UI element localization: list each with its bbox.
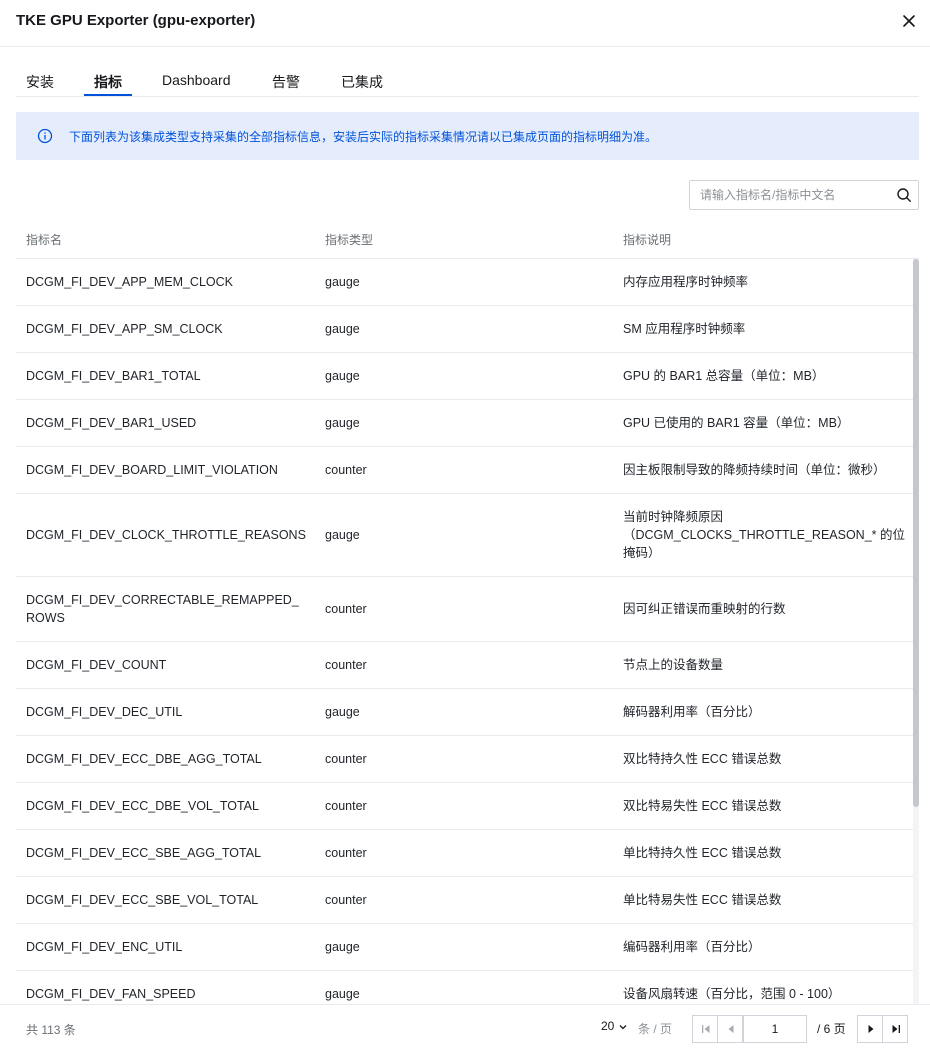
metric-desc: 双比特持久性 ECC 错误总数 xyxy=(623,752,782,766)
first-page-button[interactable] xyxy=(692,1015,718,1043)
metric-desc: 单比特持久性 ECC 错误总数 xyxy=(623,846,782,860)
chevron-down-icon xyxy=(619,1024,627,1030)
metric-name: DCGM_FI_DEV_CORRECTABLE_REMAPPED_ROWS xyxy=(26,593,299,625)
page-size-value: 20 xyxy=(601,1019,615,1033)
metric-desc: GPU 已使用的 BAR1 容量（单位：MB） xyxy=(623,416,850,430)
metric-desc: 解码器利用率（百分比） xyxy=(623,705,761,719)
metric-name: DCGM_FI_DEV_APP_SM_CLOCK xyxy=(26,322,223,336)
table-row: DCGM_FI_DEV_CLOCK_THROTTLE_REASONS gauge… xyxy=(16,494,913,577)
next-page-button[interactable] xyxy=(857,1015,883,1043)
table-row: DCGM_FI_DEV_ECC_DBE_AGG_TOTAL counter 双比… xyxy=(16,736,913,783)
column-header-type: 指标类型 xyxy=(325,233,374,247)
metric-desc: 因可纠正错误而重映射的行数 xyxy=(623,602,786,616)
tab-install[interactable]: 安装 xyxy=(26,72,54,92)
metric-type: gauge xyxy=(325,369,360,383)
page-number-input[interactable] xyxy=(744,1021,806,1037)
metric-desc: 内存应用程序时钟频率 xyxy=(623,275,749,289)
table-row: DCGM_FI_DEV_BAR1_USED gauge GPU 已使用的 BAR… xyxy=(16,400,913,447)
first-page-icon xyxy=(702,1025,710,1033)
search-icon[interactable] xyxy=(896,187,912,203)
metric-desc: SM 应用程序时钟频率 xyxy=(623,322,746,336)
table-row: DCGM_FI_DEV_CORRECTABLE_REMAPPED_ROWS co… xyxy=(16,577,913,642)
prev-page-button[interactable] xyxy=(717,1015,743,1043)
search-input[interactable] xyxy=(700,186,880,204)
table-row: DCGM_FI_DEV_BOARD_LIMIT_VIOLATION counte… xyxy=(16,447,913,494)
metric-type: counter xyxy=(325,658,367,672)
tab-bar: 安装 指标 Dashboard 告警 已集成 xyxy=(16,64,919,97)
metric-desc: 节点上的设备数量 xyxy=(623,658,724,672)
per-page-label: 条 / 页 xyxy=(638,1022,673,1036)
table-body: DCGM_FI_DEV_APP_MEM_CLOCK gauge 内存应用程序时钟… xyxy=(16,259,913,1004)
next-page-icon xyxy=(868,1025,874,1033)
table-row: DCGM_FI_DEV_APP_MEM_CLOCK gauge 内存应用程序时钟… xyxy=(16,259,913,306)
metric-name: DCGM_FI_DEV_BOARD_LIMIT_VIOLATION xyxy=(26,463,278,477)
metric-name: DCGM_FI_DEV_COUNT xyxy=(26,658,167,672)
search-box xyxy=(689,180,919,210)
page-number-field xyxy=(743,1015,807,1043)
table-row: DCGM_FI_DEV_COUNT counter 节点上的设备数量 xyxy=(16,642,913,689)
info-notice: 下面列表为该集成类型支持采集的全部指标信息，安装后实际的指标采集情况请以已集成页… xyxy=(16,112,919,160)
metric-name: DCGM_FI_DEV_ENC_UTIL xyxy=(26,940,183,954)
column-header-desc: 指标说明 xyxy=(623,233,672,247)
info-circle-icon xyxy=(37,128,53,144)
tab-metrics[interactable]: 指标 xyxy=(94,72,122,92)
table-row: DCGM_FI_DEV_FAN_SPEED gauge 设备风扇转速（百分比，范… xyxy=(16,971,913,1004)
metric-desc: GPU 的 BAR1 总容量（单位：MB） xyxy=(623,369,825,383)
metric-name: DCGM_FI_DEV_ECC_DBE_VOL_TOTAL xyxy=(26,799,259,813)
dialog-title: TKE GPU Exporter (gpu-exporter) xyxy=(16,12,256,29)
metric-type: gauge xyxy=(325,275,360,289)
metric-type: gauge xyxy=(325,987,360,1001)
metric-type: counter xyxy=(325,846,367,860)
page-size-select[interactable]: 20 xyxy=(601,1019,628,1033)
metric-name: DCGM_FI_DEV_CLOCK_THROTTLE_REASONS xyxy=(26,528,306,542)
metric-type: gauge xyxy=(325,940,360,954)
metric-desc: 编码器利用率（百分比） xyxy=(623,940,761,954)
table-row: DCGM_FI_DEV_ECC_DBE_VOL_TOTAL counter 双比… xyxy=(16,783,913,830)
metric-desc: 因主板限制导致的降频持续时间（单位：微秒） xyxy=(623,463,886,477)
metric-name: DCGM_FI_DEV_BAR1_USED xyxy=(26,416,197,430)
close-icon[interactable] xyxy=(898,10,920,32)
metric-name: DCGM_FI_DEV_APP_MEM_CLOCK xyxy=(26,275,234,289)
metric-type: counter xyxy=(325,799,367,813)
tab-alerts[interactable]: 告警 xyxy=(272,72,300,92)
table-row: DCGM_FI_DEV_ECC_SBE_VOL_TOTAL counter 单比… xyxy=(16,877,913,924)
table-header: 指标名 指标类型 指标说明 xyxy=(16,218,919,259)
scrollbar-thumb[interactable] xyxy=(913,259,919,807)
total-count: 共 113 条 xyxy=(26,1023,76,1037)
metric-name: DCGM_FI_DEV_BAR1_TOTAL xyxy=(26,369,201,383)
table-row: DCGM_FI_DEV_ECC_SBE_AGG_TOTAL counter 单比… xyxy=(16,830,913,877)
metric-type: gauge xyxy=(325,416,360,430)
metric-type: counter xyxy=(325,463,367,477)
metric-name: DCGM_FI_DEV_DEC_UTIL xyxy=(26,705,183,719)
table-row: DCGM_FI_DEV_BAR1_TOTAL gauge GPU 的 BAR1 … xyxy=(16,353,913,400)
column-header-name: 指标名 xyxy=(26,233,63,247)
metric-type: gauge xyxy=(325,705,360,719)
dialog-header: TKE GPU Exporter (gpu-exporter) xyxy=(0,0,930,47)
metric-type: counter xyxy=(325,602,367,616)
total-pages: / 6 页 xyxy=(817,1022,846,1036)
notice-text: 下面列表为该集成类型支持采集的全部指标信息，安装后实际的指标采集情况请以已集成页… xyxy=(69,130,658,144)
metric-name: DCGM_FI_DEV_ECC_SBE_VOL_TOTAL xyxy=(26,893,259,907)
table-row: DCGM_FI_DEV_DEC_UTIL gauge 解码器利用率（百分比） xyxy=(16,689,913,736)
metric-desc: 设备风扇转速（百分比，范围 0 - 100） xyxy=(623,987,841,1001)
tab-integrated[interactable]: 已集成 xyxy=(341,72,383,92)
metric-desc: 当前时钟降频原因（DCGM_CLOCKS_THROTTLE_REASON_* 的… xyxy=(623,510,906,560)
prev-page-icon xyxy=(728,1025,734,1033)
last-page-button[interactable] xyxy=(882,1015,908,1043)
metric-name: DCGM_FI_DEV_FAN_SPEED xyxy=(26,987,196,1001)
last-page-icon xyxy=(892,1025,900,1033)
metric-type: counter xyxy=(325,893,367,907)
metric-desc: 双比特易失性 ECC 错误总数 xyxy=(623,799,782,813)
table-row: DCGM_FI_DEV_ENC_UTIL gauge 编码器利用率（百分比） xyxy=(16,924,913,971)
metric-type: gauge xyxy=(325,322,360,336)
pagination-bar: 共 113 条 20 条 / 页 / 6 页 xyxy=(0,1004,930,1052)
metric-name: DCGM_FI_DEV_ECC_SBE_AGG_TOTAL xyxy=(26,846,262,860)
metric-desc: 单比特易失性 ECC 错误总数 xyxy=(623,893,782,907)
tab-dashboard[interactable]: Dashboard xyxy=(162,72,231,88)
metric-name: DCGM_FI_DEV_ECC_DBE_AGG_TOTAL xyxy=(26,752,262,766)
metric-type: counter xyxy=(325,752,367,766)
table-row: DCGM_FI_DEV_APP_SM_CLOCK gauge SM 应用程序时钟… xyxy=(16,306,913,353)
metric-type: gauge xyxy=(325,528,360,542)
active-tab-indicator xyxy=(84,94,132,96)
